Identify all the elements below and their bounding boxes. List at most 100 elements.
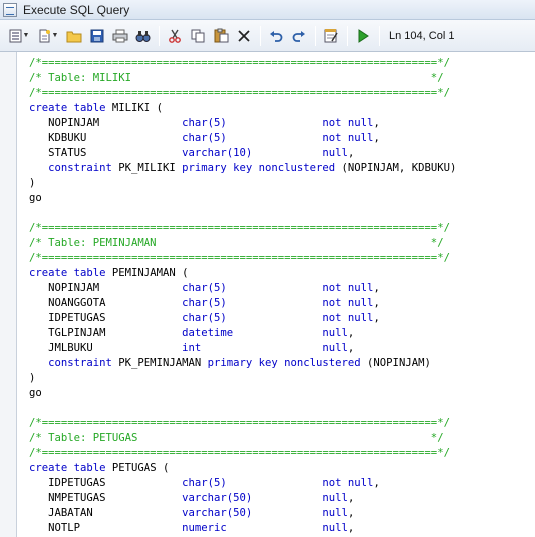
code-token: /* Table: PEMINJAMAN */ (29, 237, 444, 249)
code-line: JABATAN varchar(50) null, (29, 506, 456, 521)
code-token: varchar(50) (182, 492, 253, 504)
new-menu-button[interactable]: ▼ (35, 26, 61, 46)
code-line: /*======================================… (29, 446, 456, 461)
code-token: IDPETUGAS (29, 477, 183, 489)
code-line: create table PETUGAS ( (29, 461, 456, 476)
code-line: /*======================================… (29, 221, 456, 236)
code-token: not null (322, 297, 374, 309)
code-line: NMPETUGAS varchar(50) null, (29, 491, 456, 506)
code-token: , (347, 147, 355, 159)
sql-editor[interactable]: /*======================================… (16, 52, 535, 537)
code-token: char(5) (182, 297, 227, 309)
undo-icon (270, 30, 283, 42)
code-line: NOTLP numeric null, (29, 521, 456, 536)
play-icon (358, 28, 369, 43)
code-token: varchar(50) (182, 507, 253, 519)
redo-button[interactable] (289, 26, 309, 46)
code-token: , (373, 282, 380, 294)
code-token: int (182, 342, 202, 354)
code-token: constraint (29, 357, 119, 369)
code-token: not null (322, 282, 374, 294)
code-token: , (347, 522, 355, 534)
toolbar-separator (379, 25, 380, 46)
code-token: , (373, 312, 380, 324)
cut-button[interactable] (165, 26, 185, 46)
code-line: create table MILIKI ( (29, 101, 456, 116)
code-line: /* Table: PEMINJAMAN */ (29, 236, 456, 251)
code-line: KDBUKU char(5) not null, (29, 131, 456, 146)
toolbar-separator (159, 25, 160, 46)
code-token: go (29, 192, 42, 204)
code-token: create table (29, 102, 112, 114)
code-line: TGLPINJAM datetime null, (29, 326, 456, 341)
toolbar: ▼ ▼ Ln 104, Col 1 (0, 20, 535, 52)
code-line: /*======================================… (29, 251, 456, 266)
chevron-down-icon: ▼ (22, 32, 30, 39)
paste-button[interactable] (211, 26, 231, 46)
sql-window-icon (3, 2, 17, 17)
code-token: create table (29, 462, 112, 474)
code-token: /*======================================… (29, 417, 450, 429)
code-token: /*======================================… (29, 447, 450, 459)
notepad-icon (324, 29, 338, 43)
new-file-icon (39, 29, 50, 42)
code-token: numeric (182, 522, 227, 534)
code-token: PETUGAS ( (111, 462, 170, 474)
binoculars-icon (135, 30, 151, 42)
code-token: constraint (29, 162, 119, 174)
code-line: go (29, 386, 456, 401)
code-token: , (347, 327, 355, 339)
print-button[interactable] (110, 26, 130, 46)
run-button[interactable] (353, 26, 373, 46)
code-token: JABATAN (29, 507, 183, 519)
code-line: NOANGGOTA char(5) not null, (29, 296, 456, 311)
code-token: ) (29, 177, 36, 189)
edit-button[interactable] (321, 26, 341, 46)
code-token: , (347, 492, 355, 504)
code-line: create table PEMINJAMAN ( (29, 266, 456, 281)
code-line: /*======================================… (29, 86, 456, 101)
copy-button[interactable] (188, 26, 208, 46)
find-button[interactable] (133, 26, 153, 46)
code-token: PK_PEMINJAMAN (118, 357, 208, 369)
save-button[interactable] (87, 26, 107, 46)
code-token: char(5) (182, 117, 227, 129)
code-token: NMPETUGAS (29, 492, 183, 504)
code-line: NOPINJAM char(5) not null, (29, 281, 456, 296)
code-token: /*======================================… (29, 252, 450, 264)
open-button[interactable] (64, 26, 84, 46)
code-token: /* Table: MILIKI */ (29, 72, 444, 84)
delete-button[interactable] (234, 26, 254, 46)
code-token: char(5) (182, 312, 227, 324)
code-token: PK_MILIKI (118, 162, 183, 174)
code-token: null (322, 147, 348, 159)
code-line: ) (29, 371, 456, 386)
code-line: /* Table: PETUGAS */ (29, 431, 456, 446)
undo-button[interactable] (266, 26, 286, 46)
code-token: null (322, 342, 348, 354)
code-token: (NOPINJAM, KDBUKU) (335, 162, 457, 174)
scissors-icon (169, 29, 181, 43)
printer-icon (112, 29, 128, 42)
editor-gutter (0, 52, 16, 537)
code-token: JMLBUKU (29, 342, 183, 354)
chevron-down-icon: ▼ (51, 32, 59, 39)
code-token: TGLPINJAM (29, 327, 183, 339)
properties-menu-button[interactable]: ▼ (6, 26, 32, 46)
code-token: NOPINJAM (29, 117, 183, 129)
window-title: Execute SQL Query (23, 2, 130, 17)
code-token: NOANGGOTA (29, 297, 183, 309)
code-token: create table (29, 267, 112, 279)
code-token: null (322, 522, 348, 534)
code-token: , (347, 507, 355, 519)
code-line: go (29, 191, 456, 206)
sql-code[interactable]: /*======================================… (29, 56, 456, 536)
